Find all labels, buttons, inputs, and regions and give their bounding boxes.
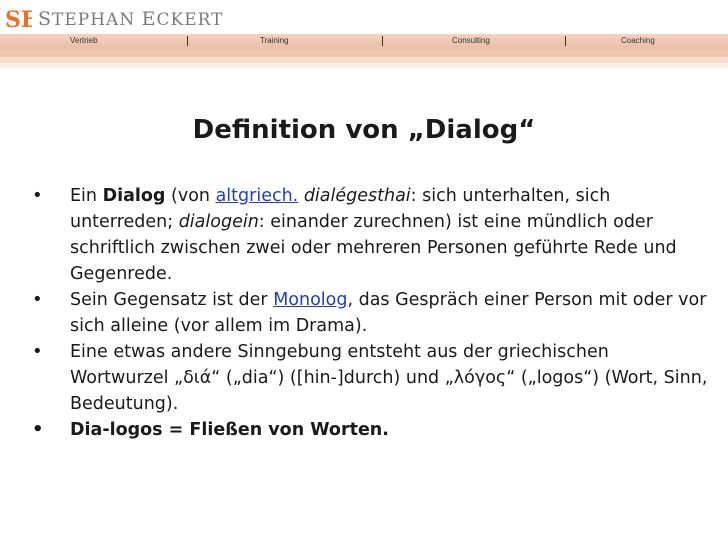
company-logo: SE STEPHAN ECKERT [4,4,223,34]
link-monolog[interactable]: Monolog [273,290,347,310]
nav-item-consulting[interactable]: Consulting [452,36,490,45]
term-dialegesthai: dialégesthai [303,186,411,206]
logo-text-rest-1: TEPHAN [52,10,136,30]
text: (von [165,186,216,206]
logo-wordmark: STEPHAN ECKERT [38,8,223,30]
bullet-item-summary: Dia-logos = Fließen von Worten. [30,417,710,443]
nav-separator [565,36,566,46]
header-stripe [0,49,728,57]
text: Dia-logos = Fließen von Worten. [70,420,389,440]
logo-initials: SE [5,7,32,33]
term-dialog: Dialog [102,186,166,206]
nav-bar: Vertrieb Training Consulting Coaching [0,34,728,49]
bullet-list: Ein Dialog (von altgriech. dialégesthai:… [30,183,710,443]
nav-separator [187,36,188,46]
logo-text-cap-2: E [141,8,157,30]
text: Eine etwas andere Sinngebung entsteht au… [70,342,708,414]
slide-title: Definition von „Dialog“ [192,115,536,145]
logo-mark-icon: SE [4,5,38,33]
nav-item-training[interactable]: Training [260,36,289,45]
text: Ein [70,186,103,206]
text: Sein Gegensatz ist der [70,290,274,310]
bullet-item-etymology: Eine etwas andere Sinngebung entsteht au… [30,339,710,417]
term-dialogein: dialogein [178,212,259,232]
logo-text-rest-2: CKERT [156,10,224,30]
bullet-item-definition: Ein Dialog (von altgriech. dialégesthai:… [30,183,710,287]
logo-text-cap-1: S [38,8,53,30]
header-stripe [0,63,728,68]
nav-separator [382,36,383,46]
nav-item-coaching[interactable]: Coaching [621,36,655,45]
bullet-item-monolog: Sein Gegensatz ist der Monolog, das Gesp… [30,287,710,339]
nav-item-vertrieb[interactable]: Vertrieb [70,36,98,45]
link-altgriech[interactable]: altgriech. [216,186,299,206]
